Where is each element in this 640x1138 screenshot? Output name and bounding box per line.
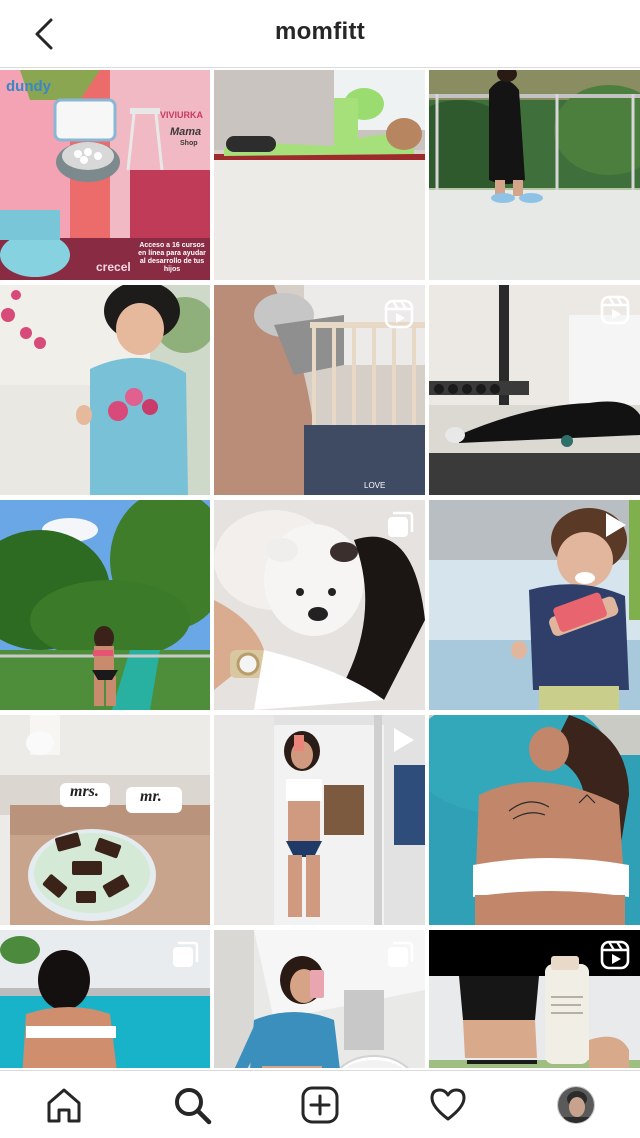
bottom-tab-bar — [0, 1070, 640, 1138]
post-image — [0, 500, 210, 710]
brand-label: Mama — [170, 126, 202, 138]
brand-label: dundy — [6, 78, 51, 95]
post-tile-laughing-toddler[interactable] — [429, 500, 640, 710]
tab-activity[interactable] — [426, 1083, 470, 1127]
post-tile-pool-edge[interactable] — [0, 930, 210, 1068]
post-tile-floor-workout[interactable] — [214, 70, 425, 280]
brand-label: Shop — [180, 140, 198, 147]
carousel-icon — [388, 941, 414, 967]
pillow-text: mr. — [140, 788, 162, 805]
reels-icon — [384, 299, 414, 329]
posts-grid: dundy VIVIURKA Mama Shop crecel Acceso a… — [0, 70, 640, 1068]
tab-search[interactable] — [170, 1083, 214, 1127]
ad-caption: Acceso a 16 cursos en línea para ayudar … — [138, 242, 206, 273]
tab-new-post[interactable] — [298, 1083, 342, 1127]
home-icon — [47, 1088, 81, 1123]
tab-profile[interactable] — [554, 1083, 598, 1127]
pillow-text: mrs. — [70, 783, 99, 800]
post-image — [0, 285, 210, 495]
reels-icon — [600, 295, 630, 325]
carousel-icon — [388, 511, 414, 537]
post-tile-crib-selfie[interactable]: LOVE — [214, 285, 425, 495]
post-tile-jungle-pool[interactable] — [0, 500, 210, 710]
profile-username-title: momfitt — [274, 18, 366, 45]
post-image — [429, 70, 640, 280]
post-tile-poolside-back[interactable] — [429, 715, 640, 925]
carousel-icon — [173, 941, 199, 967]
post-tile-toddler-flowers[interactable] — [0, 285, 210, 495]
brand-label: VIVIURKA — [160, 110, 204, 120]
video-play-icon — [394, 728, 414, 752]
post-image — [429, 715, 640, 925]
post-tile-mirror-selfie[interactable] — [214, 715, 425, 925]
corner-text: LOVE — [364, 481, 386, 490]
profile-avatar — [557, 1086, 595, 1124]
video-play-icon — [606, 513, 626, 537]
new-post-icon — [301, 1086, 339, 1124]
post-image — [214, 70, 425, 280]
search-icon — [175, 1088, 212, 1125]
reels-icon — [600, 940, 630, 970]
post-tile-bathroom-selfie[interactable] — [214, 930, 425, 1068]
tab-home[interactable] — [42, 1083, 86, 1127]
post-tile-mint-dessert-bed[interactable]: mrs. mr. — [0, 715, 210, 925]
post-image — [0, 715, 210, 925]
brand-label: crecel — [96, 260, 131, 274]
post-tile-balcony-pose[interactable] — [429, 70, 640, 280]
post-tile-gym-plank[interactable] — [429, 285, 640, 495]
post-tile-ad-banner[interactable]: dundy VIVIURKA Mama Shop crecel Acceso a… — [0, 70, 210, 280]
post-tile-abs-product[interactable] — [429, 930, 640, 1068]
top-nav-bar: momfitt — [0, 0, 640, 68]
post-tile-bulldog-puppy[interactable] — [214, 500, 425, 710]
heart-icon — [430, 1088, 466, 1121]
